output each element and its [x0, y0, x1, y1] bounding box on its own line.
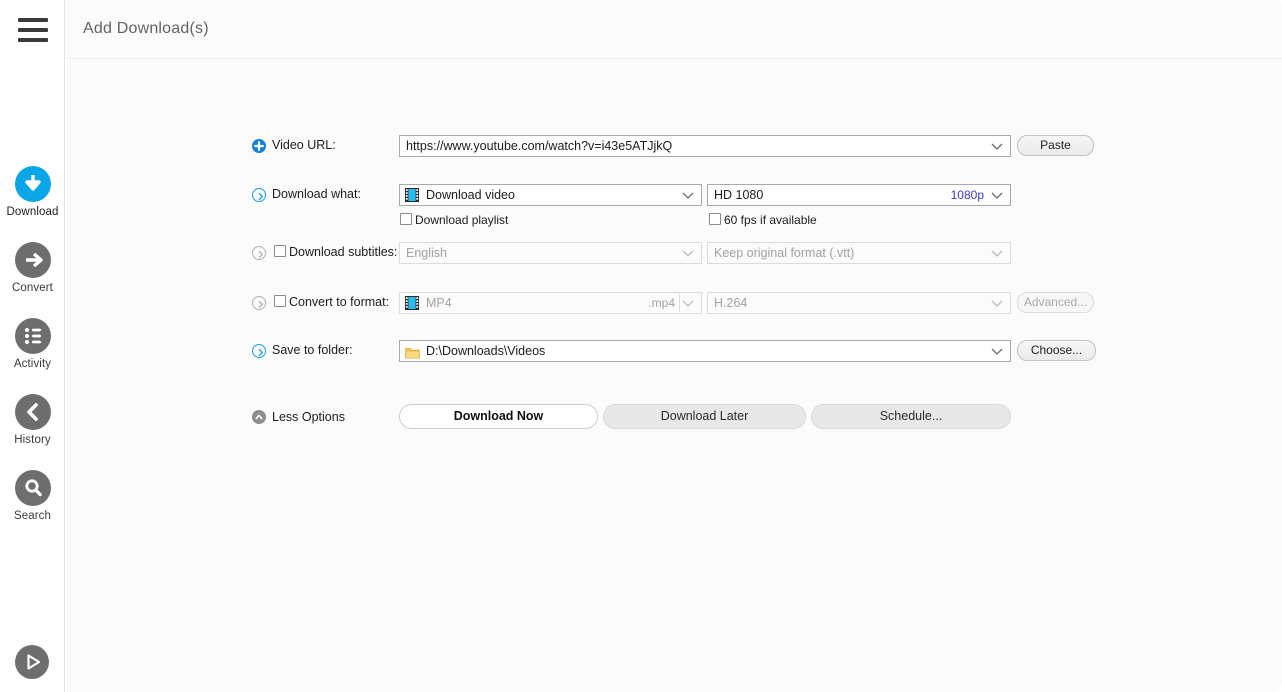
- video-url-label: Video URL:: [272, 138, 336, 152]
- quality-select[interactable]: HD 1080 1080p: [707, 184, 1011, 206]
- convert-format-value: MP4: [426, 293, 452, 313]
- film-strip-icon: [405, 296, 419, 310]
- convert-label: Convert to format:: [289, 295, 389, 309]
- hamburger-icon[interactable]: [18, 18, 48, 42]
- main-content: Video URL: https://www.youtube.com/watch…: [66, 59, 1282, 692]
- subtitles-checkbox[interactable]: [274, 245, 286, 257]
- convert-codec-select[interactable]: H.264: [707, 292, 1011, 314]
- folder-icon: [405, 345, 420, 357]
- download-type-value: Download video: [426, 185, 515, 205]
- sidebar-item-label: History: [0, 434, 65, 446]
- download-later-button[interactable]: Download Later: [603, 404, 806, 429]
- quality-value: HD 1080: [714, 185, 763, 205]
- page-title: Add Download(s): [83, 20, 209, 38]
- chevron-down-icon[interactable]: [988, 136, 1006, 156]
- sidebar-item-label: Search: [0, 510, 65, 522]
- chevron-right-circle-icon[interactable]: [252, 188, 266, 202]
- chevron-down-icon[interactable]: [679, 185, 697, 205]
- sidebar-item-activity[interactable]: Activity: [0, 318, 65, 370]
- sidebar-item-label: Convert: [0, 282, 65, 294]
- hamburger-bar: [18, 38, 48, 42]
- subtitle-language-select[interactable]: English: [399, 242, 702, 264]
- header-bar: Add Download(s): [65, 0, 1282, 58]
- sidebar-item-download[interactable]: Download: [0, 166, 65, 218]
- download-now-button[interactable]: Download Now: [399, 404, 598, 429]
- sidebar-item-label: Download: [0, 206, 65, 218]
- back-arrow-icon: [15, 394, 51, 430]
- convert-extension-value: .mp4: [648, 293, 675, 313]
- plus-circle-icon[interactable]: [252, 139, 266, 153]
- download-what-label: Download what:: [272, 187, 361, 201]
- fps60-checkbox[interactable]: [709, 213, 721, 225]
- convert-checkbox[interactable]: [274, 295, 286, 307]
- subtitle-language-value: English: [406, 243, 447, 263]
- list-icon: [15, 318, 51, 354]
- hamburger-bar: [18, 28, 48, 32]
- chevron-right-circle-icon[interactable]: [252, 246, 266, 260]
- chevron-right-circle-icon[interactable]: [252, 296, 266, 310]
- film-strip-icon: [405, 188, 419, 202]
- quality-tag: 1080p: [951, 185, 984, 205]
- convert-codec-value: H.264: [714, 293, 747, 313]
- convert-format-select[interactable]: MP4 .mp4: [399, 292, 702, 314]
- download-type-select[interactable]: Download video: [399, 184, 702, 206]
- magnifier-icon: [15, 470, 51, 506]
- chevron-up-circle-icon[interactable]: [252, 410, 266, 424]
- play-circle-icon[interactable]: [14, 644, 50, 680]
- application-window: Download Convert: [0, 0, 1282, 692]
- sidebar: Download Convert: [0, 0, 65, 692]
- download-playlist-label: Download playlist: [415, 213, 508, 227]
- choose-folder-button[interactable]: Choose...: [1017, 340, 1096, 361]
- subtitle-format-select[interactable]: Keep original format (.vtt): [707, 242, 1011, 264]
- download-playlist-checkbox[interactable]: [400, 213, 412, 225]
- fps60-label: 60 fps if available: [724, 213, 817, 227]
- save-folder-value: D:\Downloads\Videos: [426, 341, 545, 361]
- sidebar-item-history[interactable]: History: [0, 394, 65, 446]
- sidebar-item-convert[interactable]: Convert: [0, 242, 65, 294]
- right-arrow-icon: [15, 242, 51, 278]
- schedule-button[interactable]: Schedule...: [811, 404, 1011, 429]
- chevron-down-icon[interactable]: [679, 293, 697, 313]
- video-url-value: https://www.youtube.com/watch?v=i43e5ATJ…: [406, 136, 672, 156]
- subtitle-format-value: Keep original format (.vtt): [714, 243, 854, 263]
- hamburger-bar: [18, 18, 48, 22]
- sidebar-item-search[interactable]: Search: [0, 470, 65, 522]
- save-folder-label: Save to folder:: [272, 343, 353, 357]
- chevron-right-circle-icon[interactable]: [252, 344, 266, 358]
- save-folder-input[interactable]: D:\Downloads\Videos: [399, 340, 1011, 362]
- paste-button[interactable]: Paste: [1017, 135, 1094, 156]
- video-url-input[interactable]: https://www.youtube.com/watch?v=i43e5ATJ…: [399, 135, 1011, 157]
- chevron-down-icon[interactable]: [679, 243, 697, 263]
- subtitles-label: Download subtitles:: [289, 245, 397, 259]
- chevron-down-icon[interactable]: [988, 293, 1006, 313]
- chevron-down-icon[interactable]: [988, 185, 1006, 205]
- chevron-down-icon[interactable]: [988, 243, 1006, 263]
- options-toggle-label[interactable]: Less Options: [272, 410, 345, 424]
- download-arrow-icon: [15, 166, 51, 202]
- sidebar-item-label: Activity: [0, 358, 65, 370]
- chevron-down-icon[interactable]: [988, 341, 1006, 361]
- advanced-button[interactable]: Advanced...: [1017, 292, 1094, 313]
